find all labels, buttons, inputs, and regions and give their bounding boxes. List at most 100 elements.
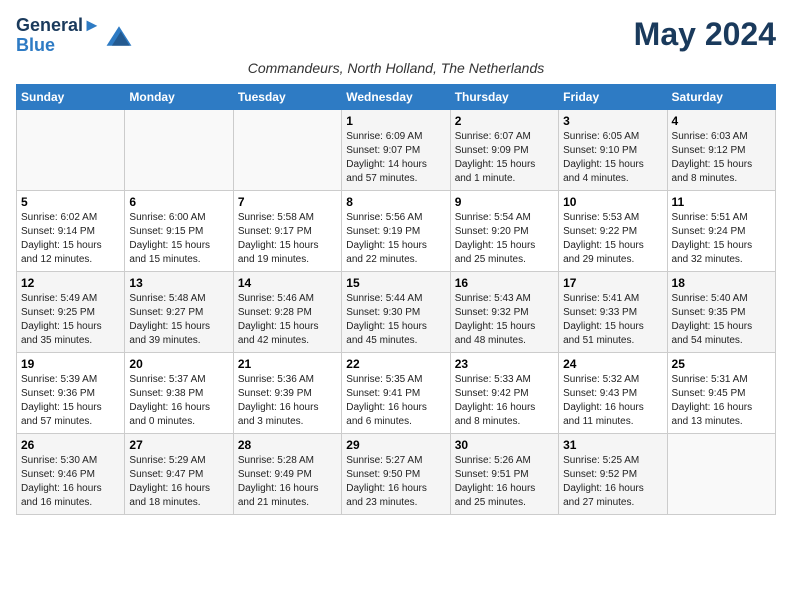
day-number: 29 [346, 438, 445, 452]
day-number: 3 [563, 114, 662, 128]
calendar-cell: 2 Sunrise: 6:07 AM Sunset: 9:09 PM Daylig… [450, 109, 558, 190]
day-info: Sunrise: 5:46 AM Sunset: 9:28 PM Dayligh… [238, 292, 337, 348]
week-row-5: 26Sunrise: 5:30 AM Sunset: 9:46 PM Dayli… [17, 433, 776, 514]
calendar-cell: 8Sunrise: 5:56 AM Sunset: 9:19 PM Daylig… [342, 190, 450, 271]
day-number: 30 [455, 438, 554, 452]
day-number: 31 [563, 438, 662, 452]
calendar-cell: 28 Sunrise: 5:28 AM Sunset: 9:49 PM Dayli… [233, 433, 341, 514]
day-number: 28 [238, 438, 337, 452]
calendar-cell: 17Sunrise: 5:41 AM Sunset: 9:33 PM Dayli… [559, 271, 667, 352]
day-info: Sunrise: 6:03 AM Sunset: 9:12 PM Dayligh… [672, 130, 771, 186]
day-info: Sunrise: 5:37 AM Sunset: 9:38 PM Dayligh… [129, 373, 228, 429]
calendar-cell: 22 Sunrise: 5:35 AM Sunset: 9:41 PM Dayli… [342, 352, 450, 433]
day-info: Sunrise: 5:26 AM Sunset: 9:51 PM Dayligh… [455, 454, 554, 510]
day-number: 23 [455, 357, 554, 371]
calendar-subtitle: Commandeurs, North Holland, The Netherla… [16, 60, 776, 76]
calendar-cell: 11 Sunrise: 5:51 AM Sunset: 9:24 PM Dayli… [667, 190, 775, 271]
week-row-2: 5Sunrise: 6:02 AM Sunset: 9:14 PM Daylig… [17, 190, 776, 271]
calendar-cell: 23Sunrise: 5:33 AM Sunset: 9:42 PM Dayli… [450, 352, 558, 433]
logo: General►Blue [16, 16, 135, 56]
day-info: Sunrise: 6:00 AM Sunset: 9:15 PM Dayligh… [129, 211, 228, 267]
calendar-cell: 16Sunrise: 5:43 AM Sunset: 9:32 PM Dayli… [450, 271, 558, 352]
day-number: 12 [21, 276, 120, 290]
calendar-cell: 10 Sunrise: 5:53 AM Sunset: 9:22 PM Dayli… [559, 190, 667, 271]
day-info: Sunrise: 5:27 AM Sunset: 9:50 PM Dayligh… [346, 454, 445, 510]
calendar-cell: 14Sunrise: 5:46 AM Sunset: 9:28 PM Dayli… [233, 271, 341, 352]
day-number: 1 [346, 114, 445, 128]
calendar-cell: 30 Sunrise: 5:26 AM Sunset: 9:51 PM Dayli… [450, 433, 558, 514]
day-info: Sunrise: 5:43 AM Sunset: 9:32 PM Dayligh… [455, 292, 554, 348]
day-header-monday: Monday [125, 84, 233, 109]
day-header-saturday: Saturday [667, 84, 775, 109]
logo-icon [103, 22, 135, 50]
day-number: 15 [346, 276, 445, 290]
day-number: 26 [21, 438, 120, 452]
day-info: Sunrise: 5:53 AM Sunset: 9:22 PM Dayligh… [563, 211, 662, 267]
calendar-cell: 21 Sunrise: 5:36 AM Sunset: 9:39 PM Dayli… [233, 352, 341, 433]
day-number: 18 [672, 276, 771, 290]
day-info: Sunrise: 5:25 AM Sunset: 9:52 PM Dayligh… [563, 454, 662, 510]
calendar-cell: 9 Sunrise: 5:54 AM Sunset: 9:20 PM Daylig… [450, 190, 558, 271]
day-header-tuesday: Tuesday [233, 84, 341, 109]
day-number: 8 [346, 195, 445, 209]
day-number: 25 [672, 357, 771, 371]
day-number: 20 [129, 357, 228, 371]
day-number: 13 [129, 276, 228, 290]
calendar-cell: 29 Sunrise: 5:27 AM Sunset: 9:50 PM Dayli… [342, 433, 450, 514]
month-title: May 2024 [634, 16, 776, 53]
calendar-cell: 12 Sunrise: 5:49 AM Sunset: 9:25 PM Dayli… [17, 271, 125, 352]
day-number: 27 [129, 438, 228, 452]
day-number: 7 [238, 195, 337, 209]
calendar-cell: 19Sunrise: 5:39 AM Sunset: 9:36 PM Dayli… [17, 352, 125, 433]
day-header-thursday: Thursday [450, 84, 558, 109]
day-info: Sunrise: 5:31 AM Sunset: 9:45 PM Dayligh… [672, 373, 771, 429]
calendar-body: 1 Sunrise: 6:09 AM Sunset: 9:07 PM Daylig… [17, 109, 776, 514]
calendar-cell: 13 Sunrise: 5:48 AM Sunset: 9:27 PM Dayli… [125, 271, 233, 352]
day-number: 11 [672, 195, 771, 209]
calendar-cell: 24 Sunrise: 5:32 AM Sunset: 9:43 PM Dayli… [559, 352, 667, 433]
day-number: 21 [238, 357, 337, 371]
calendar-cell: 1 Sunrise: 6:09 AM Sunset: 9:07 PM Daylig… [342, 109, 450, 190]
day-number: 9 [455, 195, 554, 209]
page-header: General►Blue May 2024 [16, 16, 776, 56]
calendar-cell: 6 Sunrise: 6:00 AM Sunset: 9:15 PM Daylig… [125, 190, 233, 271]
day-number: 22 [346, 357, 445, 371]
day-number: 5 [21, 195, 120, 209]
day-info: Sunrise: 5:41 AM Sunset: 9:33 PM Dayligh… [563, 292, 662, 348]
week-row-3: 12 Sunrise: 5:49 AM Sunset: 9:25 PM Dayli… [17, 271, 776, 352]
day-header-sunday: Sunday [17, 84, 125, 109]
week-row-1: 1 Sunrise: 6:09 AM Sunset: 9:07 PM Daylig… [17, 109, 776, 190]
day-info: Sunrise: 5:28 AM Sunset: 9:49 PM Dayligh… [238, 454, 337, 510]
day-info: Sunrise: 6:07 AM Sunset: 9:09 PM Dayligh… [455, 130, 554, 186]
day-info: Sunrise: 5:48 AM Sunset: 9:27 PM Dayligh… [129, 292, 228, 348]
day-info: Sunrise: 5:35 AM Sunset: 9:41 PM Dayligh… [346, 373, 445, 429]
day-header-wednesday: Wednesday [342, 84, 450, 109]
day-info: Sunrise: 5:54 AM Sunset: 9:20 PM Dayligh… [455, 211, 554, 267]
day-info: Sunrise: 5:49 AM Sunset: 9:25 PM Dayligh… [21, 292, 120, 348]
calendar-cell [17, 109, 125, 190]
day-number: 2 [455, 114, 554, 128]
calendar-table: SundayMondayTuesdayWednesdayThursdayFrid… [16, 84, 776, 515]
calendar-cell: 31 Sunrise: 5:25 AM Sunset: 9:52 PM Dayli… [559, 433, 667, 514]
day-info: Sunrise: 6:05 AM Sunset: 9:10 PM Dayligh… [563, 130, 662, 186]
day-number: 10 [563, 195, 662, 209]
calendar-cell: 4 Sunrise: 6:03 AM Sunset: 9:12 PM Daylig… [667, 109, 775, 190]
calendar-cell: 27Sunrise: 5:29 AM Sunset: 9:47 PM Dayli… [125, 433, 233, 514]
day-header-friday: Friday [559, 84, 667, 109]
week-row-4: 19Sunrise: 5:39 AM Sunset: 9:36 PM Dayli… [17, 352, 776, 433]
calendar-cell [667, 433, 775, 514]
day-info: Sunrise: 5:40 AM Sunset: 9:35 PM Dayligh… [672, 292, 771, 348]
calendar-cell: 20 Sunrise: 5:37 AM Sunset: 9:38 PM Dayli… [125, 352, 233, 433]
day-info: Sunrise: 6:09 AM Sunset: 9:07 PM Dayligh… [346, 130, 445, 186]
calendar-cell: 3 Sunrise: 6:05 AM Sunset: 9:10 PM Daylig… [559, 109, 667, 190]
day-info: Sunrise: 5:39 AM Sunset: 9:36 PM Dayligh… [21, 373, 120, 429]
day-number: 24 [563, 357, 662, 371]
calendar-cell: 7Sunrise: 5:58 AM Sunset: 9:17 PM Daylig… [233, 190, 341, 271]
day-info: Sunrise: 5:51 AM Sunset: 9:24 PM Dayligh… [672, 211, 771, 267]
day-number: 4 [672, 114, 771, 128]
day-info: Sunrise: 5:32 AM Sunset: 9:43 PM Dayligh… [563, 373, 662, 429]
calendar-cell: 5Sunrise: 6:02 AM Sunset: 9:14 PM Daylig… [17, 190, 125, 271]
day-info: Sunrise: 5:44 AM Sunset: 9:30 PM Dayligh… [346, 292, 445, 348]
day-number: 6 [129, 195, 228, 209]
day-info: Sunrise: 5:36 AM Sunset: 9:39 PM Dayligh… [238, 373, 337, 429]
